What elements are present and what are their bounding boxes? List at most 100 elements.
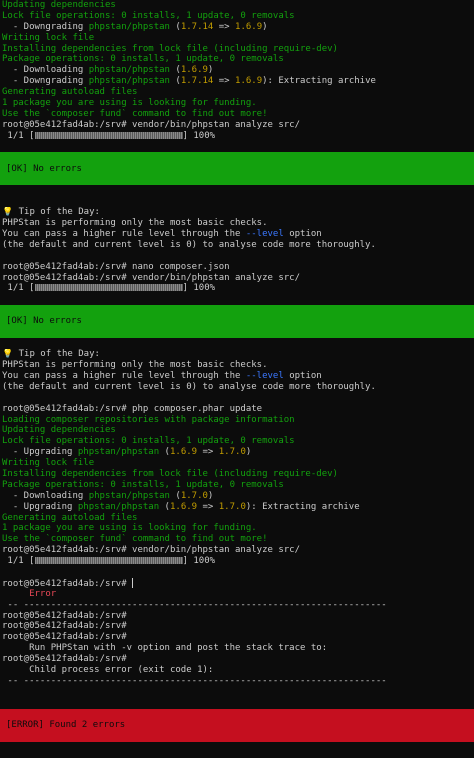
ok-banner: [OK] No errors (0, 152, 474, 186)
command-line: root@05e412fad4ab:/srv# nano composer.js… (2, 262, 474, 273)
command-line: root@05e412fad4ab:/srv# php composer.pha… (2, 404, 474, 415)
output-line: 1 package you are using is looking for f… (2, 523, 257, 534)
output-line: Lock file operations: 0 installs, 1 upda… (2, 10, 295, 21)
shell-prompt: root@05e412fad4ab:/srv# (2, 272, 127, 283)
output-line: - Upgrading phpstan/phpstan (1.6.9 => 1.… (2, 447, 474, 458)
command-line: root@05e412fad4ab:/srv# vendor/bin/phpst… (2, 545, 474, 556)
ok-message: [OK] No errors (6, 163, 82, 174)
output-line: Use the `composer fund` command to find … (2, 108, 268, 119)
table-rule: -- -------------------------------------… (2, 599, 387, 610)
command-text: vendor/bin/phpstan analyze src/ (126, 119, 301, 130)
error-message: [ERROR] Found 2 errors (6, 719, 126, 730)
command-line: root@05e412fad4ab:/srv# vendor/bin/phpst… (2, 120, 474, 131)
progress-bar (34, 131, 183, 139)
progress-suffix: ] 100% (182, 556, 216, 567)
progress-bar (34, 557, 183, 565)
output-line: Installing dependencies from lock file (… (2, 468, 338, 479)
tip-text: You can pass a higher rule level through… (2, 370, 246, 381)
version-to: 1.7.0 (218, 447, 246, 458)
command-line: root@05e412fad4ab:/srv# (2, 610, 127, 621)
version-from: 1.7.14 (180, 21, 214, 32)
package-name: phpstan/phpstan (88, 76, 170, 87)
version-to: 1.6.9 (235, 21, 263, 32)
output-text: ) (262, 21, 268, 32)
command-line: root@05e412fad4ab:/srv# (2, 654, 127, 665)
lightbulb-icon: 💡 (2, 207, 14, 218)
package-name: phpstan/phpstan (88, 65, 170, 76)
output-text: - Upgrading (2, 501, 78, 512)
output-line: Writing lock file (2, 32, 95, 43)
output-text: ) (207, 65, 214, 76)
progress-prefix: 1/1 [ (2, 556, 35, 567)
tip-line: (the default and current level is 0) to … (2, 381, 376, 392)
command-line: root@05e412fad4ab:/srv# (2, 621, 127, 632)
error-banner: [ERROR] Found 2 errors (0, 708, 474, 742)
output-line: - Downloading phpstan/phpstan (1.7.0) (2, 491, 474, 502)
command-text: php composer.phar update (126, 403, 263, 414)
tip-line: You can pass a higher rule level through… (2, 371, 474, 382)
version: 1.6.9 (180, 65, 208, 76)
output-text: ( (169, 490, 181, 501)
arrow: => (197, 447, 219, 458)
output-line: - Downloading phpstan/phpstan (1.6.9) (2, 65, 474, 76)
output-line: Updating dependencies (2, 0, 116, 10)
output-text: ( (169, 65, 181, 76)
output-line: Writing lock file (2, 458, 95, 469)
error-detail: Run PHPStan with -v option and post the … (2, 643, 328, 654)
output-line: Package operations: 0 installs, 1 update… (2, 479, 284, 490)
output-line: Loading composer repositories with packa… (2, 414, 295, 425)
command-text: nano composer.json (126, 261, 230, 272)
tip-line: PHPStan is performing only the most basi… (2, 360, 268, 371)
arrow: => (213, 21, 236, 32)
progress-bar (34, 284, 183, 292)
output-text: ( (169, 76, 181, 87)
tip-text: You can pass a higher rule level through… (2, 229, 246, 240)
command-line: root@05e412fad4ab:/srv# (2, 577, 474, 589)
text-cursor (132, 577, 134, 588)
command-line: root@05e412fad4ab:/srv# vendor/bin/phpst… (2, 273, 474, 284)
ok-banner: [OK] No errors (0, 305, 474, 339)
output-line: Installing dependencies from lock file (… (2, 43, 338, 54)
output-line: Generating autoload files (2, 512, 138, 523)
tip-title-text: Tip of the Day: (13, 349, 100, 360)
tip-line: (the default and current level is 0) to … (2, 239, 376, 250)
output-line: 1 package you are using is looking for f… (2, 98, 257, 109)
level-option: --level (245, 229, 284, 240)
output-text: ) (245, 447, 252, 458)
output-line: Use the `composer fund` command to find … (2, 534, 268, 545)
progress-line: 1/1 [] 100% (2, 131, 474, 142)
terminal-output[interactable]: Updating dependencies Lock file operatio… (0, 0, 474, 742)
tip-line: PHPStan is performing only the most basi… (2, 218, 268, 229)
progress-suffix: ] 100% (182, 130, 216, 141)
shell-prompt: root@05e412fad4ab:/srv# (2, 119, 127, 130)
shell-prompt: root@05e412fad4ab:/srv# (2, 261, 127, 272)
error-detail: Child process error (exit code 1): (2, 664, 214, 675)
version-from: 1.6.9 (169, 501, 198, 512)
version-to: 1.7.0 (218, 501, 246, 512)
tip-title: 💡 Tip of the Day: (2, 349, 474, 360)
version: 1.7.0 (180, 490, 208, 501)
shell-prompt: root@05e412fad4ab:/srv# (2, 403, 127, 414)
output-line: Package operations: 0 installs, 1 update… (2, 54, 284, 65)
output-line: Updating dependencies (2, 425, 116, 436)
tip-title-text: Tip of the Day: (13, 207, 100, 218)
output-line: - Downgrading phpstan/phpstan (1.7.14 =>… (2, 22, 474, 33)
version-from: 1.6.9 (169, 447, 198, 458)
arrow: => (197, 501, 219, 512)
output-text: - Downloading (2, 490, 89, 501)
command-line: root@05e412fad4ab:/srv# (2, 632, 127, 643)
shell-prompt: root@05e412fad4ab:/srv# (2, 578, 127, 589)
output-text: ) (207, 490, 214, 501)
tip-line: You can pass a higher rule level through… (2, 229, 474, 240)
command-text: vendor/bin/phpstan analyze src/ (126, 272, 301, 283)
output-text: - Upgrading (2, 447, 78, 458)
shell-prompt: root@05e412fad4ab:/srv# (2, 545, 127, 556)
level-option: --level (245, 370, 284, 381)
tip-title: 💡 Tip of the Day: (2, 207, 474, 218)
error-header: Error (2, 588, 57, 599)
progress-line: 1/1 [] 100% (2, 283, 474, 294)
output-text: - Downloading (2, 65, 89, 76)
output-line: Lock file operations: 0 installs, 1 upda… (2, 436, 295, 447)
output-text: ): Extracting archive (245, 501, 360, 512)
output-line: Generating autoload files (2, 87, 138, 98)
